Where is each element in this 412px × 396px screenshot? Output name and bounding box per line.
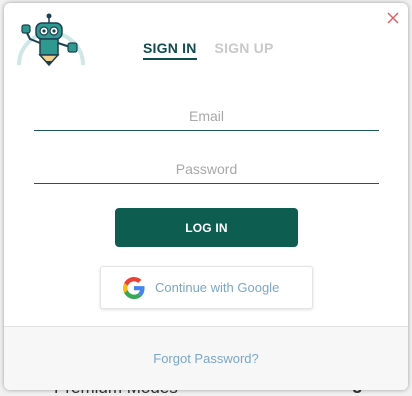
- google-button-label: Continue with Google: [155, 280, 280, 295]
- tab-sign-up[interactable]: SIGN UP: [215, 40, 274, 60]
- login-button[interactable]: LOG IN: [115, 208, 298, 247]
- password-field[interactable]: [34, 154, 379, 184]
- modal-footer: Forgot Password?: [4, 326, 408, 390]
- email-field[interactable]: [34, 101, 379, 131]
- pencil-robot-mascot-icon: [17, 13, 85, 67]
- close-icon: [387, 12, 399, 24]
- login-modal: SIGN IN SIGN UP LOG IN Continue with Goo…: [4, 3, 408, 390]
- mascot-logo: [16, 13, 86, 68]
- continue-with-google-button[interactable]: Continue with Google: [100, 266, 313, 309]
- forgot-password-link[interactable]: Forgot Password?: [153, 351, 259, 366]
- google-g-icon: [123, 276, 145, 299]
- auth-tabs: SIGN IN SIGN UP: [143, 40, 274, 60]
- close-button[interactable]: [386, 11, 400, 25]
- tab-sign-in[interactable]: SIGN IN: [143, 40, 197, 60]
